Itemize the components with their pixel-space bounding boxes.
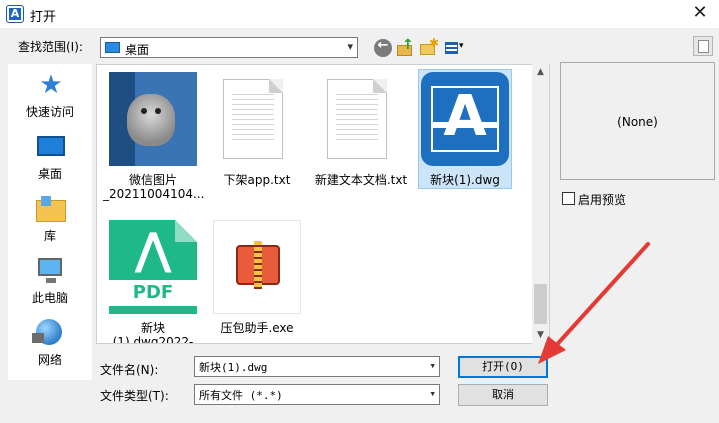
network-icon	[32, 319, 62, 345]
scroll-down-icon[interactable]: ▼	[532, 327, 549, 344]
pdf-badge-text: PDF	[132, 282, 174, 303]
look-in-value: 桌面	[125, 43, 150, 57]
file-name: 新建文本文档.txt	[314, 173, 408, 187]
checkbox-box[interactable]	[562, 192, 575, 205]
file-name: 下架app.txt	[223, 173, 291, 187]
preview-pane: (None)	[560, 62, 715, 180]
file-name: 微信图片 _20211004104...	[103, 173, 205, 201]
file-name: 压包助手.exe	[220, 321, 294, 335]
look-in-combo[interactable]: 桌面 ▾	[100, 37, 358, 58]
open-button[interactable]: 打开(O)	[458, 356, 548, 378]
file-item-pdf[interactable]: ⋀ PDF 新块 (1).dwg2022-07...	[103, 217, 203, 344]
place-quick-access[interactable]: ★ 快速访问	[8, 68, 92, 122]
file-name-input[interactable]: 新块(1).dwg ▾	[194, 356, 440, 377]
dwg-file-icon: A	[421, 72, 509, 166]
file-name: 新块(1).dwg	[430, 173, 500, 187]
cancel-button[interactable]: 取消	[458, 384, 548, 406]
place-label: 桌面	[37, 167, 62, 181]
back-icon[interactable]	[374, 38, 392, 57]
file-type-select[interactable]: 所有文件 (*.*) ▾	[194, 384, 440, 405]
archive-file-icon	[213, 220, 301, 314]
file-list[interactable]: 微信图片 _20211004104... 下架app.txt 新建文本文档.tx…	[96, 64, 550, 344]
preview-placeholder: (None)	[617, 115, 658, 129]
chevron-down-icon[interactable]: ▾	[429, 359, 436, 372]
close-icon[interactable]: ✕	[689, 2, 711, 24]
file-item-txt[interactable]: 下架app.txt	[207, 69, 307, 199]
place-network[interactable]: 网络	[8, 316, 92, 370]
file-name-value: 新块(1).dwg	[199, 361, 268, 374]
title-bar: A 打开 ✕	[0, 0, 719, 28]
file-item-txt[interactable]: 新建文本文档.txt	[311, 69, 411, 199]
chevron-down-icon[interactable]: ▾	[429, 387, 436, 400]
file-item-image[interactable]: 微信图片 _20211004104...	[103, 69, 205, 201]
file-item-exe[interactable]: 压包助手.exe	[207, 217, 307, 343]
place-label: 此电脑	[31, 291, 68, 305]
autocad-app-icon: A	[6, 5, 24, 23]
scroll-up-icon[interactable]: ▲	[532, 64, 549, 81]
file-name: 新块 (1).dwg2022-07...	[112, 321, 194, 344]
library-icon	[36, 196, 66, 222]
scrollbar-thumb[interactable]	[534, 284, 547, 324]
look-in-label: 查找范围(I):	[18, 40, 83, 54]
new-folder-icon[interactable]: ✱	[420, 36, 439, 57]
text-file-icon	[223, 79, 283, 159]
pdf-file-icon: ⋀ PDF	[109, 220, 197, 314]
preview-tools-icon[interactable]	[693, 36, 713, 56]
file-name-label: 文件名(N):	[100, 363, 159, 377]
enable-preview-label: 启用预览	[578, 193, 627, 207]
views-menu-icon[interactable]: ▾	[444, 39, 470, 57]
text-file-icon	[327, 79, 387, 159]
computer-icon	[38, 258, 62, 283]
chevron-down-icon: ▾	[347, 40, 353, 53]
desktop-folder-icon	[105, 42, 120, 53]
places-bar: ★ 快速访问 桌面 库 此电脑 网络	[8, 64, 92, 380]
place-library[interactable]: 库	[8, 192, 92, 246]
star-icon: ★	[39, 70, 63, 100]
file-type-label: 文件类型(T):	[100, 389, 169, 403]
up-folder-icon[interactable]: ↑	[397, 37, 415, 57]
file-type-value: 所有文件 (*.*)	[199, 389, 283, 402]
place-desktop[interactable]: 桌面	[8, 130, 92, 184]
place-this-pc[interactable]: 此电脑	[8, 254, 92, 308]
place-label: 快速访问	[25, 105, 74, 119]
place-label: 网络	[37, 353, 62, 367]
window-title: 打开	[30, 10, 57, 25]
desktop-icon	[37, 136, 65, 156]
image-thumbnail	[109, 72, 197, 166]
place-label: 库	[43, 229, 56, 243]
file-item-dwg-selected[interactable]: A 新块(1).dwg	[415, 69, 515, 199]
file-list-scrollbar[interactable]: ▲ ▼	[532, 64, 549, 344]
